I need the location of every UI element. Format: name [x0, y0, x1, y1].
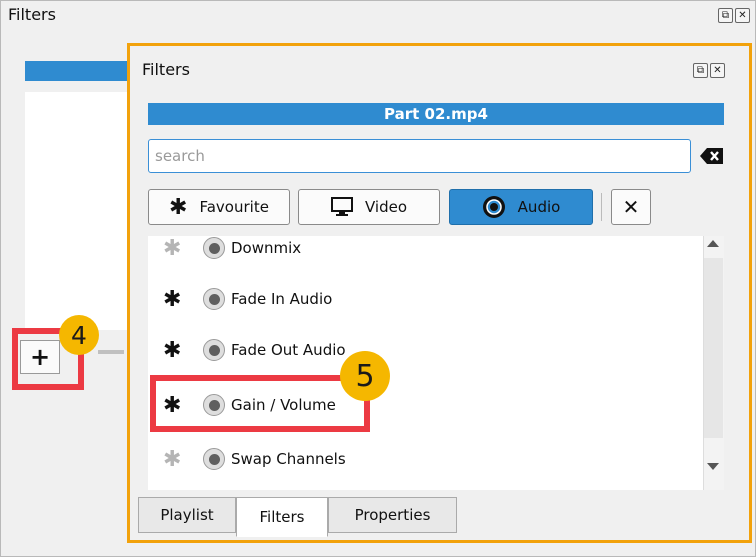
- audio-icon: [203, 339, 225, 361]
- filter-label: Fade Out Audio: [231, 341, 346, 359]
- remove-filter-button[interactable]: [98, 350, 124, 354]
- video-filter-button[interactable]: Video: [298, 189, 440, 225]
- tab-filters[interactable]: Filters: [236, 497, 328, 537]
- audio-icon: [203, 237, 225, 259]
- highlight-box-gain: [150, 375, 370, 432]
- filter-label: Fade In Audio: [231, 290, 333, 308]
- close-icon[interactable]: ✕: [735, 8, 750, 23]
- step-badge: 4: [59, 315, 99, 355]
- clear-search-icon[interactable]: [700, 147, 724, 165]
- scroll-down-icon[interactable]: [707, 463, 719, 470]
- list-item[interactable]: ✱ Swap Channels: [148, 432, 703, 486]
- speaker-icon: [482, 196, 505, 218]
- toolbar-separator: [601, 193, 602, 221]
- tab-properties[interactable]: Properties: [328, 497, 457, 533]
- outer-selected-row[interactable]: [25, 61, 135, 81]
- video-label: Video: [364, 198, 408, 216]
- audio-filter-button[interactable]: Audio: [449, 189, 593, 225]
- star-icon[interactable]: ✱: [163, 447, 181, 472]
- favourite-filter-button[interactable]: ✱ Favourite: [148, 189, 290, 225]
- monitor-icon: [330, 197, 353, 216]
- close-icon[interactable]: ✕: [710, 63, 725, 78]
- list-item[interactable]: ✱ Fade In Audio: [148, 272, 703, 326]
- filter-label: Swap Channels: [231, 450, 346, 468]
- favourite-label: Favourite: [199, 198, 269, 216]
- panel-title: Filters: [142, 60, 190, 79]
- clip-name-header: Part 02.mp4: [148, 103, 724, 125]
- audio-icon: [203, 448, 225, 470]
- outer-panel-title: Filters: [8, 5, 56, 24]
- audio-icon: [203, 288, 225, 310]
- filter-list[interactable]: ✱ Downmix ✱ Fade In Audio ✱ Fade Out Aud…: [148, 236, 724, 490]
- list-item[interactable]: ✱ Fade Out Audio: [148, 323, 703, 377]
- tab-playlist[interactable]: Playlist: [138, 497, 236, 533]
- star-icon[interactable]: ✱: [163, 236, 181, 261]
- filter-label: Downmix: [231, 239, 302, 257]
- float-window-icon[interactable]: ⧉: [693, 63, 708, 78]
- scroll-up-icon[interactable]: [707, 240, 719, 247]
- list-item[interactable]: ✱ Downmix: [148, 236, 703, 275]
- outer-filter-list[interactable]: [25, 92, 135, 330]
- scrollbar-thumb[interactable]: [704, 258, 723, 438]
- outer-window-controls: ⧉ ✕: [718, 8, 750, 23]
- window-controls: ⧉ ✕: [693, 63, 725, 78]
- close-filter-menu-button[interactable]: ✕: [611, 189, 651, 225]
- search-input[interactable]: [148, 139, 691, 173]
- float-window-icon[interactable]: ⧉: [718, 8, 733, 23]
- star-icon[interactable]: ✱: [163, 287, 181, 312]
- star-icon[interactable]: ✱: [163, 338, 181, 363]
- step-badge: 5: [340, 351, 390, 401]
- star-icon: ✱: [169, 194, 188, 220]
- audio-label: Audio: [517, 198, 561, 216]
